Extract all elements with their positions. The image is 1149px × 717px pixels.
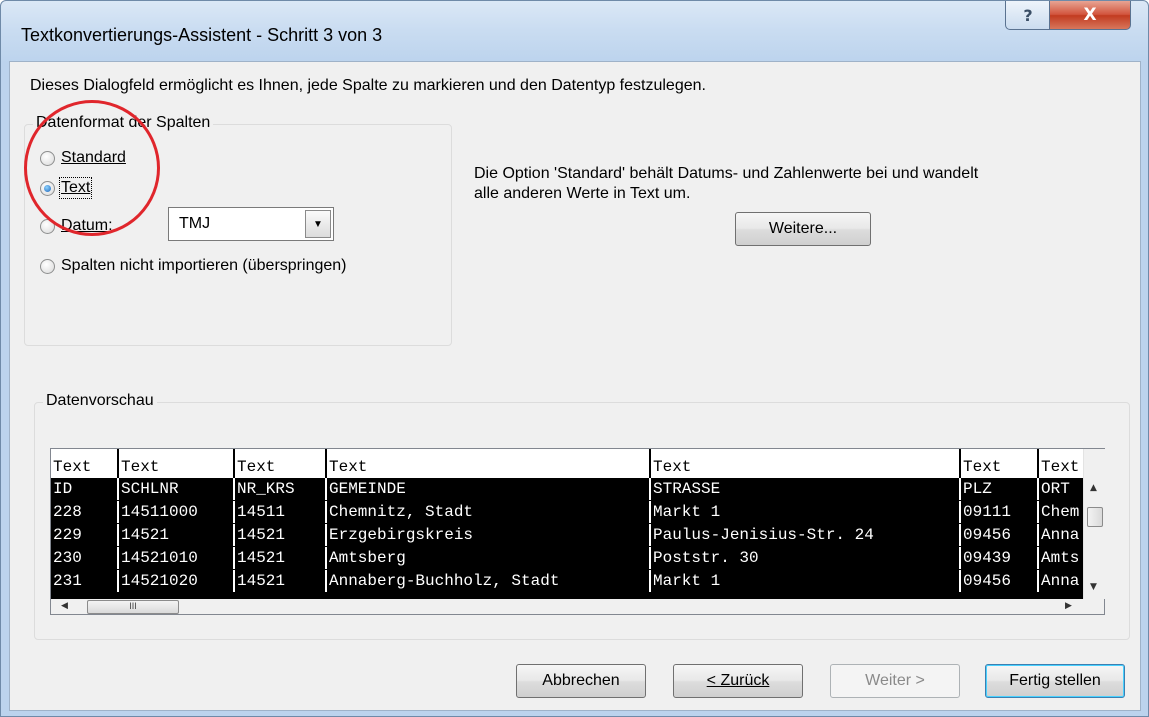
preview-grid[interactable]: Text Text Text Text Text Text Text ID SC… bbox=[51, 449, 1083, 599]
cancel-button[interactable]: Abbrechen bbox=[516, 664, 646, 698]
preview-cell: Erzgebirgskreis bbox=[325, 524, 649, 546]
dialog-client: Dieses Dialogfeld ermöglicht es Ihnen, j… bbox=[9, 61, 1141, 711]
preview-cell: ID bbox=[51, 478, 117, 500]
preview-cell: Chem bbox=[1037, 501, 1083, 523]
help-icon: ? bbox=[1023, 5, 1033, 25]
preview-cell: Chemnitz, Stadt bbox=[325, 501, 649, 523]
radio-standard-label: Standard bbox=[61, 149, 126, 166]
column-format-legend: Datenformat der Spalten bbox=[33, 114, 214, 132]
preview-cell: 14511 bbox=[233, 501, 325, 523]
radio-standard[interactable]: Standard bbox=[40, 149, 126, 167]
title-bar[interactable]: Textkonvertierungs-Assistent - Schritt 3… bbox=[1, 1, 1148, 61]
date-format-value: TMJ bbox=[179, 215, 211, 232]
radio-skip-label: Spalten nicht importieren (überspringen) bbox=[61, 257, 347, 274]
preview-cell: 228 bbox=[51, 501, 117, 523]
radio-date-circle[interactable] bbox=[40, 218, 55, 234]
vertical-scrollbar[interactable]: ▲ ▼ bbox=[1083, 449, 1105, 599]
finish-button[interactable]: Fertig stellen bbox=[985, 664, 1125, 698]
preview-cell: 09456 bbox=[959, 570, 1037, 592]
back-button-label: < Zurück bbox=[706, 672, 770, 689]
preview-cell: Anna bbox=[1037, 570, 1083, 592]
column-type-header: Text bbox=[1041, 458, 1080, 476]
horizontal-scroll-thumb[interactable]: III bbox=[87, 600, 179, 614]
preview-cell: 14521 bbox=[117, 524, 233, 546]
preview-cell: STRASSE bbox=[649, 478, 959, 500]
option-description: Die Option 'Standard' behält Datums- und… bbox=[474, 164, 1114, 204]
preview-cell: Markt 1 bbox=[649, 501, 959, 523]
close-button[interactable]: X bbox=[1049, 1, 1131, 30]
preview-cell: 231 bbox=[51, 570, 117, 592]
preview-cell: Anna bbox=[1037, 524, 1083, 546]
preview-cell: 09439 bbox=[959, 547, 1037, 569]
preview-cell: 09111 bbox=[959, 501, 1037, 523]
column-type-header: Text bbox=[53, 458, 92, 476]
preview-cell: Amtsberg bbox=[325, 547, 649, 569]
scroll-left-icon[interactable]: ◀ bbox=[61, 601, 68, 611]
scroll-up-icon[interactable]: ▲ bbox=[1090, 483, 1097, 493]
preview-cell: 230 bbox=[51, 547, 117, 569]
preview-cell: 229 bbox=[51, 524, 117, 546]
radio-standard-circle[interactable] bbox=[40, 150, 55, 166]
close-icon: X bbox=[1083, 5, 1097, 25]
advanced-button-label: Weitere... bbox=[768, 220, 838, 237]
radio-text-circle[interactable] bbox=[40, 180, 55, 196]
column-type-header: Text bbox=[653, 458, 692, 476]
column-type-header: Text bbox=[121, 458, 160, 476]
window-title: Textkonvertierungs-Assistent - Schritt 3… bbox=[21, 25, 383, 45]
next-button-label: Weiter > bbox=[865, 672, 925, 689]
preview-cell: 14511000 bbox=[117, 501, 233, 523]
preview-cell: ORT bbox=[1037, 478, 1083, 500]
column-type-header: Text bbox=[329, 458, 368, 476]
horizontal-scrollbar[interactable]: ◀ III ▶ bbox=[51, 599, 1083, 614]
preview-cell: NR_KRS bbox=[233, 478, 325, 500]
preview-rows: ID SCHLNR NR_KRS GEMEINDE STRASSE PLZ ORT 228 14… bbox=[51, 478, 1083, 599]
cancel-button-label: Abbrechen bbox=[542, 672, 620, 689]
scroll-down-icon[interactable]: ▼ bbox=[1090, 582, 1097, 592]
preview-cell: SCHLNR bbox=[117, 478, 233, 500]
preview-cell: GEMEINDE bbox=[325, 478, 649, 500]
data-preview[interactable]: Text Text Text Text Text Text Text ID SC… bbox=[50, 448, 1105, 615]
preview-cell: PLZ bbox=[959, 478, 1037, 500]
radio-date-label: Datum: bbox=[61, 217, 113, 234]
preview-cell: 09456 bbox=[959, 524, 1037, 546]
radio-text-label: Text bbox=[58, 177, 93, 199]
preview-cell: 14521 bbox=[233, 570, 325, 592]
vertical-scroll-thumb[interactable] bbox=[1087, 507, 1103, 527]
preview-cell: Paulus-Jenisius-Str. 24 bbox=[649, 524, 959, 546]
description-line-2: alle anderen Werte in Text um. bbox=[474, 185, 691, 202]
preview-cell: 14521010 bbox=[117, 547, 233, 569]
data-preview-legend: Datenvorschau bbox=[43, 392, 157, 410]
preview-cell: Markt 1 bbox=[649, 570, 959, 592]
column-type-header: Text bbox=[963, 458, 1002, 476]
next-button[interactable]: Weiter > bbox=[830, 664, 960, 698]
help-button[interactable]: ? bbox=[1005, 1, 1051, 30]
preview-cell: 14521020 bbox=[117, 570, 233, 592]
chevron-down-icon[interactable]: ▼ bbox=[305, 210, 331, 238]
radio-date[interactable]: Datum: bbox=[40, 217, 113, 235]
back-button[interactable]: < Zurück bbox=[673, 664, 803, 698]
radio-skip-circle[interactable] bbox=[40, 258, 55, 274]
scroll-right-icon[interactable]: ▶ bbox=[1065, 601, 1072, 611]
preview-cell: 14521 bbox=[233, 547, 325, 569]
scroll-grip: III bbox=[129, 601, 137, 611]
radio-skip-column[interactable]: Spalten nicht importieren (überspringen) bbox=[40, 257, 346, 275]
preview-cell: Amts bbox=[1037, 547, 1083, 569]
radio-text[interactable]: Text bbox=[40, 177, 93, 199]
dialog-window: Textkonvertierungs-Assistent - Schritt 3… bbox=[0, 0, 1149, 717]
description-line-1: Die Option 'Standard' behält Datums- und… bbox=[474, 165, 979, 182]
preview-cell: Annaberg-Buchholz, Stadt bbox=[325, 570, 649, 592]
date-format-select[interactable]: TMJ ▼ bbox=[168, 207, 334, 241]
finish-button-label: Fertig stellen bbox=[1009, 672, 1101, 689]
advanced-button[interactable]: Weitere... bbox=[735, 212, 871, 246]
column-type-header: Text bbox=[237, 458, 276, 476]
preview-cell: 14521 bbox=[233, 524, 325, 546]
preview-cell: Poststr. 30 bbox=[649, 547, 959, 569]
intro-text: Dieses Dialogfeld ermöglicht es Ihnen, j… bbox=[30, 77, 706, 94]
